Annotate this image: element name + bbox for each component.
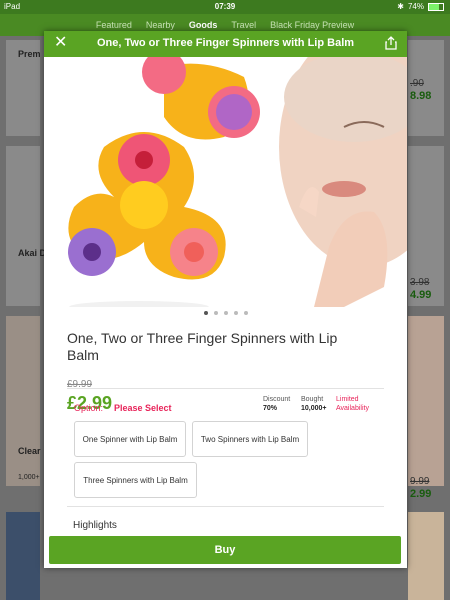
modal-header: ✕ One, Two or Three Finger Spinners with… (44, 31, 407, 57)
close-icon[interactable]: ✕ (54, 34, 67, 52)
availability-badge: Limited Availability (336, 395, 369, 413)
carousel-dot[interactable] (203, 311, 208, 315)
deal-card[interactable] (6, 512, 40, 600)
discount-value: 70% (263, 405, 278, 412)
tab-nearby[interactable]: Nearby (146, 20, 175, 30)
tab-featured[interactable]: Featured (96, 20, 132, 30)
deal-title: Akai D (18, 248, 47, 258)
deal-card[interactable] (408, 316, 444, 486)
bought-label: Bought (301, 396, 324, 403)
tab-travel[interactable]: Travel (231, 20, 256, 30)
availability-line1: Limited (336, 396, 359, 403)
deal-bought-count: 1,000+ (18, 474, 40, 481)
deal-title: Prem (18, 49, 41, 59)
highlights-heading: Highlights (73, 520, 117, 531)
availability-line2: Availability (336, 405, 369, 412)
option-two-spinners[interactable]: Two Spinners with Lip Balm (192, 421, 308, 457)
deal-price: 4.99 (410, 289, 432, 301)
status-right: ✱ 74% (397, 2, 444, 11)
deal-old-price: .90 (410, 78, 424, 89)
status-bar: iPad 07:39 ✱ 74% (0, 0, 450, 14)
bought-stat: Bought 10,000+ (301, 395, 327, 413)
carousel-dot[interactable] (213, 311, 218, 315)
carousel-dot[interactable] (223, 311, 228, 315)
product-modal: ✕ One, Two or Three Finger Spinners with… (44, 31, 407, 568)
deal-card[interactable] (6, 146, 40, 306)
battery-percent: 74% (407, 2, 424, 11)
discount-stat: Discount 70% (263, 395, 290, 413)
option-label: Option: (74, 403, 104, 413)
clock: 07:39 (214, 2, 236, 11)
modal-title: One, Two or Three Finger Spinners with L… (96, 37, 355, 49)
option-placeholder: Please Select (114, 403, 172, 413)
tab-goods[interactable]: Goods (189, 20, 218, 30)
divider (67, 388, 384, 389)
carousel-dot[interactable] (243, 311, 248, 315)
deal-card[interactable] (6, 316, 40, 486)
carousel-indicator (44, 311, 407, 315)
deal-old-price: 3.98 (410, 277, 430, 288)
divider (67, 506, 384, 507)
discount-label: Discount (263, 396, 291, 403)
product-title: One, Two or Three Finger Spinners with L… (67, 330, 338, 363)
carousel-dot[interactable] (233, 311, 238, 315)
deal-title: Clear (18, 446, 41, 456)
deal-old-price: 9.99 (410, 476, 430, 487)
share-icon[interactable] (385, 36, 397, 55)
deal-price: 2.99 (410, 488, 432, 500)
tab-black-friday[interactable]: Black Friday Preview (270, 20, 354, 30)
product-image[interactable] (44, 31, 407, 313)
bluetooth-icon: ✱ (397, 2, 404, 11)
deal-card[interactable] (408, 512, 444, 600)
option-one-spinner[interactable]: One Spinner with Lip Balm (74, 421, 186, 457)
bought-value: 10,000+ (301, 405, 327, 412)
option-three-spinners[interactable]: Three Spinners with Lip Balm (74, 462, 197, 498)
buy-button[interactable]: Buy (49, 536, 401, 564)
deal-price: 8.98 (410, 90, 432, 102)
battery-icon (428, 2, 444, 11)
